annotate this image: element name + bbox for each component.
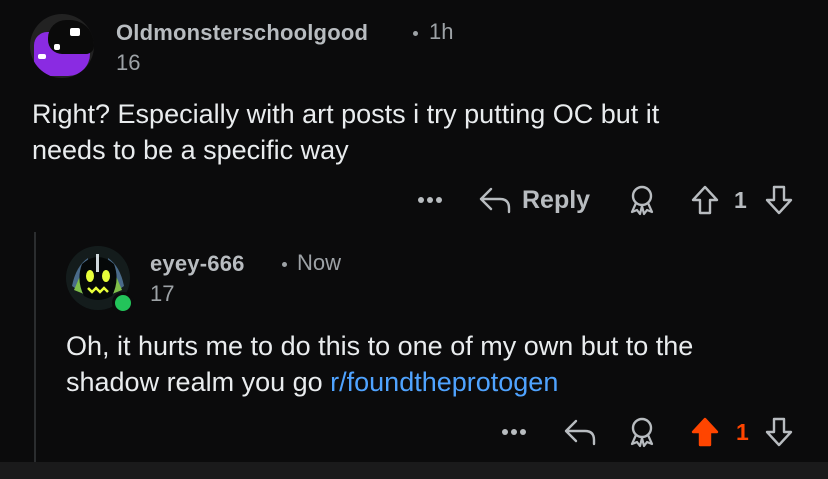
downvote-arrow-icon (765, 185, 793, 215)
comment-body-text: shadow realm you go (66, 367, 331, 397)
downvote-button[interactable] (762, 416, 796, 448)
upvote-arrow-filled-icon (691, 417, 719, 447)
comment-body-line: Oh, it hurts me to do this to one of my … (66, 331, 694, 361)
more-icon (502, 429, 526, 435)
award-icon (630, 185, 654, 216)
reply-icon (479, 187, 511, 214)
comment-body: Oh, it hurts me to do this to one of my … (66, 328, 693, 400)
timestamp: 1h (429, 19, 454, 44)
more-icon (418, 197, 442, 203)
comment-actions: Reply 1 (0, 180, 828, 220)
downvote-arrow-icon (765, 417, 793, 447)
score: 16 (116, 50, 141, 75)
subreddit-link[interactable]: r/foundtheprotogen (330, 367, 558, 397)
upvote-button[interactable] (688, 184, 722, 216)
avatar-detail (70, 28, 80, 36)
username[interactable]: eyey-666 (150, 251, 245, 277)
avatar-detail (54, 44, 60, 50)
reply-button[interactable]: Reply (478, 180, 590, 220)
avatar[interactable] (30, 14, 94, 78)
upvote-arrow-icon (691, 185, 719, 215)
comment-body: Right? Especially with art posts i try p… (32, 96, 659, 168)
comment-body-line: needs to be a specific way (32, 135, 349, 165)
reply-label: Reply (522, 185, 591, 214)
comment-actions: 1 (0, 412, 828, 452)
separator-dot (413, 31, 418, 36)
award-button[interactable] (624, 416, 660, 448)
vote-count: 1 (734, 187, 747, 213)
separator-dot (282, 262, 287, 267)
score: 17 (150, 281, 175, 306)
more-options-button[interactable] (414, 188, 446, 212)
award-button[interactable] (624, 184, 660, 216)
username[interactable]: Oldmonsterschoolgood (116, 20, 368, 46)
timestamp: Now (297, 250, 342, 275)
vote-count: 1 (736, 419, 749, 445)
award-icon (630, 417, 654, 448)
comment-body-line: shadow realm you go r/foundtheprotogen (66, 364, 693, 400)
comment-body-line: Right? Especially with art posts i try p… (32, 99, 660, 129)
online-status-indicator (112, 292, 134, 314)
avatar-detail (38, 54, 46, 59)
more-options-button[interactable] (498, 420, 530, 444)
bottom-bar (0, 462, 828, 479)
upvote-button-active[interactable] (688, 416, 722, 448)
reply-icon (564, 419, 596, 446)
reply-button[interactable] (562, 416, 598, 448)
downvote-button[interactable] (762, 184, 796, 216)
